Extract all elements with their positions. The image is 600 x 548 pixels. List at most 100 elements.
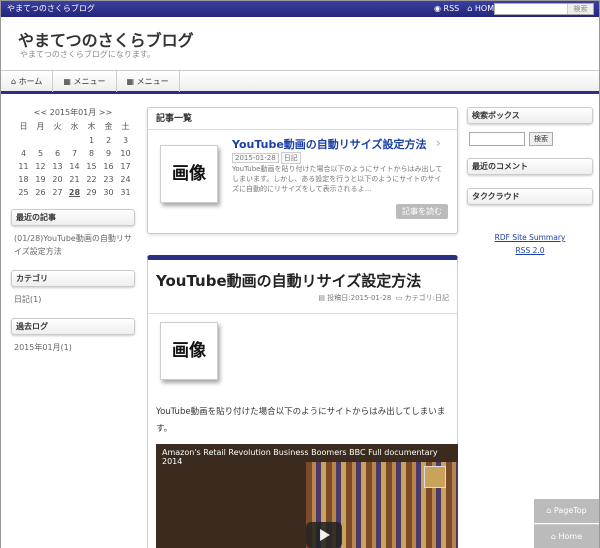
recent-comments-title: 最近のコメント (467, 158, 593, 175)
article-category[interactable]: カテゴリ:日記 (405, 294, 449, 302)
rss-label: RSS (443, 4, 460, 13)
calendar-day: 1 (88, 136, 95, 145)
pagetop-label: PageTop (553, 506, 587, 515)
article-date: 投稿日:2015-01-28 (327, 294, 392, 302)
video-title[interactable]: Amazon's Retail Revolution Business Boom… (162, 448, 458, 466)
left-sidebar: << 2015年01月 >> 日月火水木金土 1 2 3 4 5 6 7 8 9 10 11 12 13 1… (11, 107, 135, 366)
topbar-search-input[interactable] (495, 4, 567, 14)
article-list: 記事一覧 画像 YouTube動画の自動リサイズ設定方法 › 2015-01-2… (147, 107, 458, 234)
article-list-title: 記事一覧 (148, 108, 457, 130)
calendar-day: 17 (120, 162, 131, 171)
entry-thumbnail[interactable]: 画像 (160, 145, 218, 203)
calendar-day: 8 (88, 149, 95, 158)
calendar-day: 18 (18, 175, 29, 184)
tag-cloud-title: タククラウド (467, 188, 593, 205)
archive-link[interactable]: 2015年01月(1) (14, 341, 132, 354)
main-column: 記事一覧 画像 YouTube動画の自動リサイズ設定方法 › 2015-01-2… (147, 107, 458, 548)
calendar-weekday: 日 (19, 122, 28, 131)
calendar-day: 31 (120, 188, 131, 197)
calendar-day: 29 (86, 188, 97, 197)
sidebar-search-button[interactable]: 検索 (529, 132, 553, 146)
home-button[interactable]: ⌂ Home (534, 524, 599, 548)
grid-icon: ▦ (126, 77, 135, 86)
recent-post-link[interactable]: (01/28)YouTube動画の自動リサイズ設定方法 (14, 232, 132, 258)
calendar: 日月火水木金土 1 2 3 4 5 6 7 8 9 10 11 12 13 14 15 16 17 18 19 20 21… (15, 121, 135, 197)
calendar-day: 2 (105, 136, 112, 145)
article-image: 画像 (160, 322, 218, 380)
rss-icon: ◉ (434, 4, 441, 13)
calendar-day: 11 (18, 162, 29, 171)
nav-item-menu-1[interactable]: ▦ メニュー (53, 71, 117, 92)
rss2-link[interactable]: RSS 2.0 (515, 246, 544, 255)
site-title[interactable]: やまてつのさくらブログ (18, 27, 194, 51)
search-box-title: 検索ボックス (467, 107, 593, 124)
topbar-search-button[interactable]: 検索 (567, 4, 593, 14)
sidebar-search-input[interactable] (469, 132, 525, 146)
article: YouTube動画の自動リサイズ設定方法 ▤ 投稿日:2015-01-28 ▭ … (147, 255, 458, 548)
calendar-day: 21 (69, 175, 80, 184)
site-subtitle: やまてつのさくらブログになります。 (20, 50, 156, 59)
recent-posts-title: 最近の記事 (11, 209, 135, 226)
right-sidebar: 検索ボックス 検索 最近のコメント タククラウド RDF Site Summar… (467, 107, 593, 257)
grid-icon: ▦ (63, 77, 71, 86)
calendar-day: 22 (86, 175, 97, 184)
calendar-weekday: 木 (87, 122, 96, 131)
article-body: YouTube動画を貼り付けた場合以下のようにサイトからはみ出してしまいます。 (156, 407, 446, 434)
calendar-day: 24 (120, 175, 131, 184)
calendar-day: 4 (20, 149, 27, 158)
play-icon[interactable] (306, 522, 342, 548)
calendar-day: 7 (71, 149, 78, 158)
home-icon: ⌂ (11, 77, 17, 86)
calendar-day: 27 (52, 188, 63, 197)
calendar-icon: ▤ (318, 294, 326, 302)
nav-item-home[interactable]: ⌂ ホーム (1, 71, 54, 92)
calendar-day: 20 (52, 175, 63, 184)
calendar-day[interactable]: 28 (66, 188, 83, 197)
archive-title: 過去ログ (11, 318, 135, 335)
sidebar-search: 検索 (469, 132, 591, 146)
calendar-day: 23 (103, 175, 114, 184)
home-icon: ⌂ (550, 532, 556, 541)
top-bar: やまてつのさくらブログ ◉ RSS ⌂ HOME 検索 (1, 1, 599, 17)
calendar-blank (49, 136, 66, 145)
calendar-blank (32, 136, 49, 145)
calendar-day: 30 (103, 188, 114, 197)
rdf-link[interactable]: RDF Site Summary (495, 233, 566, 242)
calendar-day: 13 (52, 162, 63, 171)
topbar-rss-link[interactable]: ◉ RSS (434, 1, 459, 17)
calendar-weekday: 月 (36, 122, 45, 131)
calendar-day: 12 (35, 162, 46, 171)
calendar-weekday: 金 (104, 122, 113, 131)
entry-title-link[interactable]: YouTube動画の自動リサイズ設定方法 (232, 136, 426, 152)
nav-item-menu-2[interactable]: ▦ メニュー (117, 71, 180, 92)
nav-label: メニュー (73, 77, 106, 86)
youtube-video[interactable]: Amazon's Retail Revolution Business Boom… (156, 444, 458, 548)
divider (148, 313, 457, 314)
folder-icon: ▭ (395, 294, 403, 302)
calendar-title[interactable]: << 2015年01月 >> (11, 107, 135, 118)
entry-tag[interactable]: 日記 (280, 152, 301, 164)
global-nav: ⌂ ホーム ▦ メニュー ▦ メニュー (1, 70, 599, 94)
home-icon: ⌂ (546, 506, 552, 515)
calendar-weekday: 土 (121, 122, 130, 131)
read-more-button[interactable]: 記事を読む (396, 204, 448, 219)
topbar-search: 検索 (494, 3, 594, 15)
chevron-right-icon[interactable]: › (436, 136, 441, 150)
calendar-day: 15 (86, 162, 97, 171)
calendar-day: 6 (54, 149, 61, 158)
calendar-blank (66, 136, 83, 145)
calendar-day: 10 (120, 149, 131, 158)
calendar-weekday: 火 (53, 122, 62, 131)
category-link[interactable]: 日記(1) (14, 293, 132, 306)
calendar-day: 14 (69, 162, 80, 171)
home-icon: ⌂ (467, 4, 473, 13)
nav-label: メニュー (136, 77, 169, 86)
pagetop-button[interactable]: ⌂ PageTop (534, 499, 599, 523)
article-title: YouTube動画の自動リサイズ設定方法 (156, 272, 422, 290)
calendar-blank (15, 136, 32, 145)
calendar-day: 16 (103, 162, 114, 171)
main-area: << 2015年01月 >> 日月火水木金土 1 2 3 4 5 6 7 8 9 10 11 12 13 1… (1, 97, 599, 548)
category-title: カテゴリ (11, 270, 135, 287)
home-button-label: Home (558, 532, 583, 541)
topbar-site-link[interactable]: やまてつのさくらブログ (7, 1, 95, 17)
